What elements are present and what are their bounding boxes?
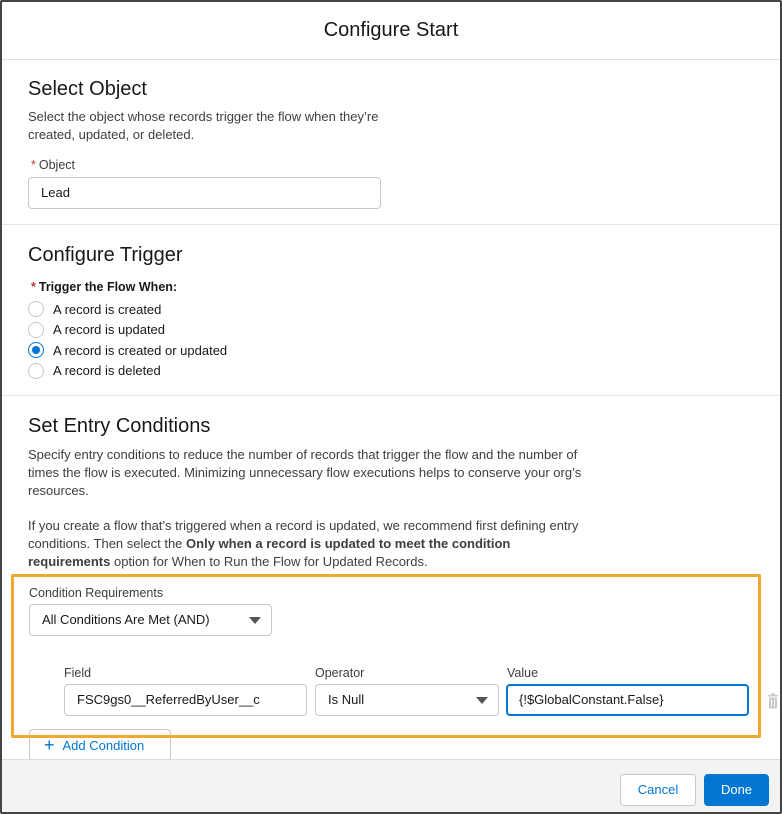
object-label-text: Object: [38, 158, 76, 172]
trigger-option[interactable]: A record is created or updated: [28, 340, 227, 360]
radio-icon[interactable]: [28, 321, 44, 338]
condition-requirements-label: Condition Requirements: [29, 586, 164, 600]
operator-value: Is Null: [328, 692, 365, 707]
value-input[interactable]: {!$GlobalConstant.False}: [506, 684, 749, 716]
trigger-option-label: A record is created or updated: [53, 342, 228, 358]
required-asterisk: *: [31, 280, 36, 294]
chevron-down-icon: [249, 617, 261, 624]
select-object-description-line1: Select the object whose records trigger …: [28, 109, 379, 124]
modal-footer: Cancel Done: [2, 759, 780, 812]
entry-conditions-para1-line3: resources.: [28, 483, 89, 498]
modal-title: Configure Start: [323, 19, 459, 41]
operator-select[interactable]: Is Null: [315, 684, 499, 716]
chevron-down-icon: [476, 697, 488, 704]
configure-start-modal: Configure Start Select Object Select the…: [0, 0, 782, 814]
entry-conditions-para2-line1: If you create a flow that’s triggered wh…: [28, 518, 579, 533]
entry-conditions-para1-line1: Specify entry conditions to reduce the n…: [28, 447, 578, 462]
required-asterisk: *: [31, 158, 36, 172]
trash-icon[interactable]: [767, 693, 779, 709]
done-button[interactable]: Done: [704, 774, 769, 806]
condition-requirements-select[interactable]: All Conditions Are Met (AND): [29, 604, 272, 636]
entry-conditions-para2-line2: conditions. Then select the Only when a …: [28, 535, 510, 553]
modal-header: Configure Start: [2, 2, 780, 60]
trigger-option[interactable]: A record is deleted: [28, 361, 161, 381]
trigger-option-label: A record is deleted: [53, 363, 161, 378]
trigger-option-label: A record is created: [53, 301, 162, 317]
trigger-option-label: A record is updated: [53, 322, 166, 337]
condition-requirements-value: All Conditions Are Met (AND): [42, 612, 210, 627]
trigger-label-text: Trigger the Flow When:: [38, 280, 178, 294]
select-object-section: Select Object Select the object whose re…: [2, 60, 780, 225]
radio-icon[interactable]: [28, 362, 44, 379]
trigger-label: * Trigger the Flow When:: [31, 280, 177, 294]
configure-trigger-heading: Configure Trigger: [28, 244, 183, 266]
cancel-button[interactable]: Cancel: [620, 774, 696, 806]
plus-icon: +: [44, 735, 55, 755]
para2-bold-text-2: requirements: [28, 554, 111, 569]
field-input[interactable]: FSC9gs0__ReferredByUser__c: [64, 684, 307, 716]
add-condition-label: Add Condition: [62, 737, 145, 753]
object-label: * Object: [31, 158, 75, 172]
configure-trigger-section: Configure Trigger * Trigger the Flow When…: [2, 226, 780, 396]
trigger-option[interactable]: A record is updated: [28, 320, 165, 340]
para2-text-2: option for When to Run the Flow for Upda…: [110, 554, 428, 569]
select-object-description-line2: created, updated, or deleted.: [28, 127, 195, 142]
trigger-option[interactable]: A record is created: [28, 299, 161, 319]
entry-conditions-para2-line3: requirements option for When to Run the …: [28, 553, 428, 571]
object-input[interactable]: Lead: [28, 177, 381, 209]
radio-icon[interactable]: [28, 301, 44, 317]
field-label: Field: [64, 666, 92, 680]
operator-label: Operator: [315, 666, 365, 680]
add-condition-button[interactable]: + Add Condition: [29, 729, 171, 761]
select-object-heading: Select Object: [28, 78, 147, 100]
radio-icon[interactable]: [28, 342, 44, 358]
value-label: Value: [507, 666, 539, 680]
para2-text: conditions. Then select the: [28, 536, 187, 551]
para2-bold-text: Only when a record is updated to meet th…: [186, 536, 511, 551]
entry-conditions-heading: Set Entry Conditions: [28, 415, 211, 437]
entry-conditions-para1-line2: times the flow is executed. Minimizing u…: [28, 465, 582, 480]
